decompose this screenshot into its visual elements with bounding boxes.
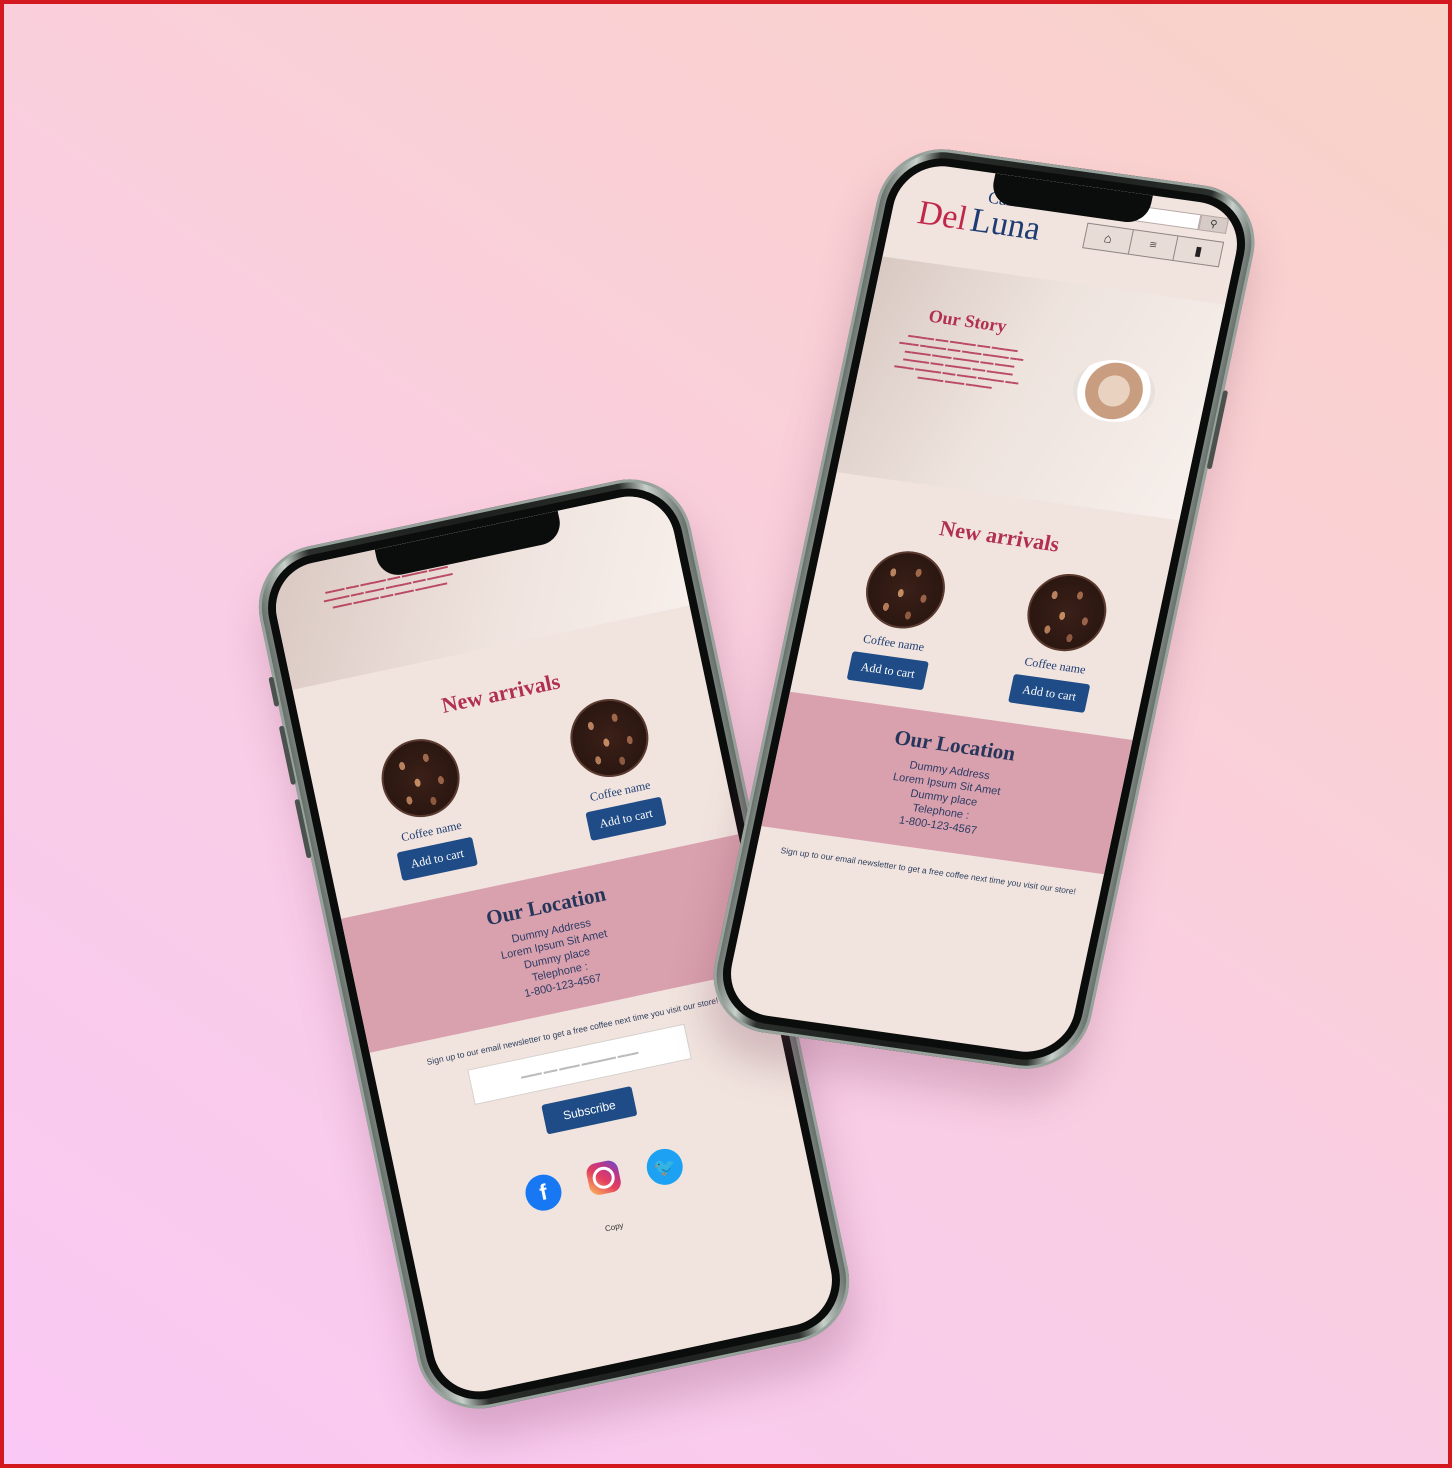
- product-name: Coffee name: [1023, 654, 1087, 677]
- brand-del: Del: [914, 194, 971, 238]
- product-card: Coffee name Add to cart: [987, 566, 1134, 716]
- product-card: Coffee name Add to cart: [542, 687, 688, 845]
- coffee-bean-image: [373, 731, 467, 825]
- coffee-bean-image: [1019, 568, 1114, 657]
- product-card: Coffee name Add to cart: [825, 543, 972, 693]
- phone-side-button: [268, 676, 280, 707]
- product-name: Coffee name: [861, 631, 926, 654]
- product-card: Coffee name Add to cart: [353, 728, 499, 886]
- home-icon[interactable]: ⌂: [1083, 223, 1134, 254]
- phone-right: Cafe Del Luna ⚲ ⌂ ≡ ▮ Our Story: [702, 141, 1266, 1077]
- add-to-cart-button[interactable]: Add to cart: [1007, 673, 1091, 714]
- add-to-cart-button[interactable]: Add to cart: [846, 651, 930, 691]
- coffee-bean-image: [858, 546, 952, 634]
- instagram-icon[interactable]: [584, 1158, 623, 1197]
- twitter-icon[interactable]: 🐦: [643, 1145, 687, 1189]
- email-input[interactable]: ▬▬▬ ▬▬ ▬▬▬ ▬▬▬▬▬ ▬▬▬: [467, 1023, 692, 1105]
- facebook-icon[interactable]: f: [522, 1171, 565, 1214]
- subscribe-button[interactable]: Subscribe: [541, 1086, 638, 1135]
- latte-image: [1066, 354, 1162, 428]
- story-text: ▬▬▬▬ ▬▬ ▬▬▬▬ ▬▬ ▬▬▬▬ ▬▬▬ ▬▬▬▬ ▬▬ ▬▬▬ ▬▬▬…: [893, 331, 1025, 391]
- menu-icon[interactable]: ≡: [1128, 230, 1179, 261]
- coffee-bean-image: [562, 691, 656, 785]
- mockup-background: ▬▬▬ ▬▬ ▬▬▬▬ ▬▬ ▬▬▬▬ ▬▬▬ ▬▬▬▬ ▬▬ ▬▬▬ ▬▬▬▬…: [0, 0, 1452, 1468]
- search-icon[interactable]: ⚲: [1198, 214, 1230, 235]
- story-block: Our Story ▬▬▬▬ ▬▬ ▬▬▬▬ ▬▬ ▬▬▬▬ ▬▬▬ ▬▬▬▬ …: [889, 302, 1034, 396]
- cart-icon[interactable]: ▮: [1174, 236, 1223, 266]
